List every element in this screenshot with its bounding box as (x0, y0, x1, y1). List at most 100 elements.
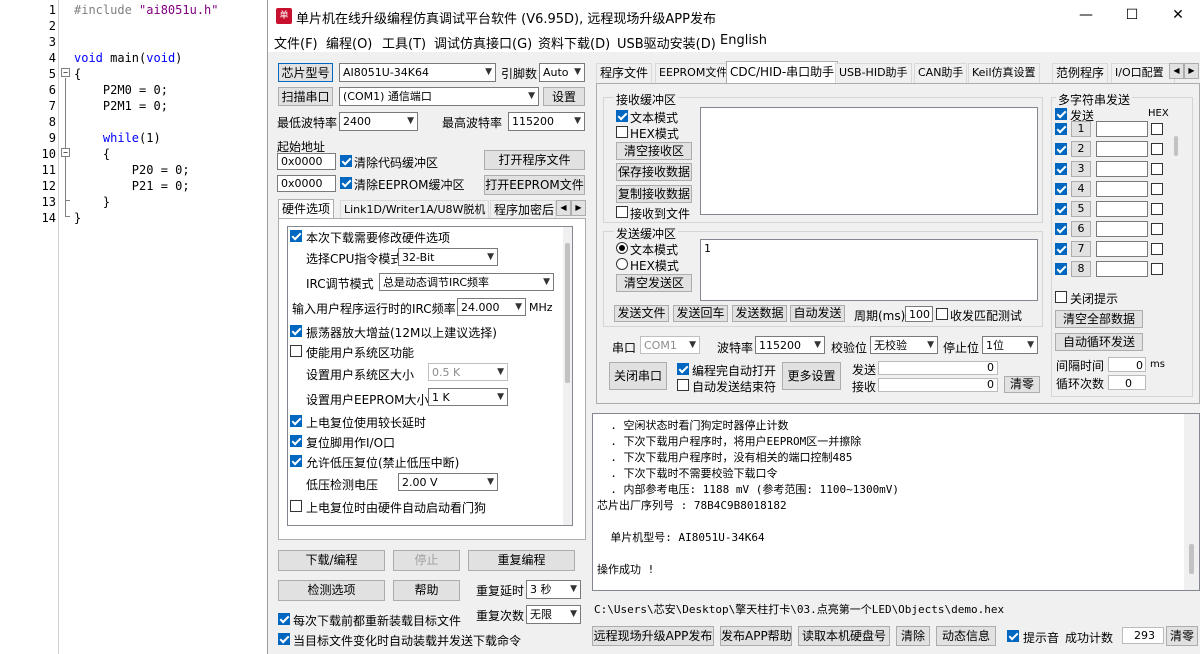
eeprom-start-address-input[interactable]: 0x0000 (277, 175, 336, 192)
port-select[interactable]: (COM1) 通信端口 ▼ (339, 87, 539, 106)
auto-reload-checkbox[interactable] (278, 633, 290, 645)
clear-count-button[interactable]: 清零 (1004, 376, 1040, 393)
tab-scroll-right-icon[interactable]: ▶ (571, 200, 586, 216)
sys-size-select[interactable]: 0.5 K ▼ (428, 363, 508, 381)
parity-select[interactable]: 无校验 ▼ (870, 336, 938, 354)
tab-link1d-offline[interactable]: Link1D/Writer1A/U8W脱机 (340, 200, 490, 219)
multi-row-input[interactable] (1096, 121, 1148, 137)
multi-row-input[interactable] (1096, 141, 1148, 157)
send-cr-button[interactable]: 发送回车 (673, 305, 728, 322)
clear-log-button[interactable]: 清除 (896, 626, 930, 646)
auto-send-end-checkbox[interactable] (677, 379, 689, 391)
clear-code-checkbox[interactable] (340, 155, 352, 167)
tab-examples[interactable]: 范例程序 (1052, 63, 1109, 83)
chip-model-button[interactable]: 芯片型号 (278, 63, 333, 82)
repeat-delay-select[interactable]: 3 秒 ▼ (526, 580, 581, 599)
multi-row-checkbox[interactable] (1055, 183, 1067, 195)
serial-baud-select[interactable]: 115200 ▼ (755, 336, 825, 354)
tab-encryption[interactable]: 程序加密后 (490, 200, 556, 219)
multi-row-hex-checkbox[interactable] (1151, 243, 1163, 255)
check-options-button[interactable]: 检测选项 (278, 580, 385, 601)
reload-each-checkbox[interactable] (278, 613, 290, 625)
clear-send-button[interactable]: 清空发送区 (616, 274, 692, 292)
multi-row-send-button[interactable]: 3 (1071, 161, 1091, 177)
send-text-mode-radio[interactable] (616, 242, 628, 254)
recv-text-mode-checkbox[interactable] (616, 110, 628, 122)
auto-loop-send-button[interactable]: 自动循环发送 (1055, 333, 1143, 351)
multi-row-hex-checkbox[interactable] (1151, 163, 1163, 175)
repeat-count-select[interactable]: 无限 ▼ (526, 605, 581, 624)
max-baud-select[interactable]: 115200 ▼ (508, 112, 585, 131)
cpu-mode-select[interactable]: 32-Bit ▼ (398, 248, 498, 266)
send-hex-mode-radio[interactable] (616, 258, 628, 270)
menu-file[interactable]: 文件(F) (274, 33, 318, 52)
irc-mode-select[interactable]: 总是动态调节IRC频率 ▼ (379, 273, 554, 291)
tab-io-config[interactable]: I/O口配置 (1111, 63, 1175, 83)
multi-row-send-button[interactable]: 2 (1071, 141, 1091, 157)
multi-send-all-checkbox[interactable] (1055, 108, 1067, 120)
pins-select[interactable]: Auto ▼ (539, 63, 585, 82)
multi-row-checkbox[interactable] (1055, 163, 1067, 175)
recv-hex-mode-checkbox[interactable] (616, 126, 628, 138)
menu-english[interactable]: English (720, 33, 767, 48)
stopbit-select[interactable]: 1位 ▼ (982, 336, 1038, 354)
close-tip-checkbox[interactable] (1055, 291, 1067, 303)
long-delay-checkbox[interactable] (290, 415, 302, 427)
chip-model-select[interactable]: AI8051U-34K64 ▼ (339, 63, 496, 82)
log-scrollbar[interactable] (1184, 414, 1199, 590)
eeprom-size-select[interactable]: 1 K ▼ (428, 388, 508, 406)
code-line[interactable]: while(1) (74, 131, 161, 145)
multi-row-send-button[interactable]: 6 (1071, 221, 1091, 237)
app-help-button[interactable]: 发布APP帮助 (720, 626, 792, 646)
multi-row-send-button[interactable]: 8 (1071, 261, 1091, 277)
tab-can[interactable]: CAN助手 (914, 63, 968, 83)
minimize-button[interactable]: — (1063, 0, 1109, 32)
menu-debug[interactable]: 调试仿真接口(G) (434, 33, 532, 52)
beep-checkbox[interactable] (1007, 630, 1019, 642)
open-program-button[interactable]: 打开程序文件 (484, 150, 585, 170)
code-line[interactable]: { (74, 147, 110, 161)
multi-row-input[interactable] (1096, 181, 1148, 197)
low-volt-reset-checkbox[interactable] (290, 455, 302, 467)
modify-hw-checkbox[interactable] (290, 230, 302, 242)
receive-textarea[interactable] (700, 107, 1038, 215)
multi-row-send-button[interactable]: 4 (1071, 181, 1091, 197)
multi-row-send-button[interactable]: 7 (1071, 241, 1091, 257)
user-sys-checkbox[interactable] (290, 345, 302, 357)
open-eeprom-button[interactable]: 打开EEPROM文件 (484, 175, 585, 195)
multi-row-send-button[interactable]: 5 (1071, 201, 1091, 217)
multi-row-hex-checkbox[interactable] (1151, 143, 1163, 155)
send-file-button[interactable]: 发送文件 (614, 305, 669, 322)
clear-eeprom-checkbox[interactable] (340, 177, 352, 189)
multi-row-input[interactable] (1096, 261, 1148, 277)
multi-row-hex-checkbox[interactable] (1151, 123, 1163, 135)
repeat-program-button[interactable]: 重复编程 (468, 550, 575, 571)
multi-row-checkbox[interactable] (1055, 223, 1067, 235)
osc-gain-checkbox[interactable] (290, 325, 302, 337)
multi-row-checkbox[interactable] (1055, 263, 1067, 275)
multi-row-send-button[interactable]: 1 (1071, 121, 1091, 137)
code-line[interactable]: void main(void) (74, 51, 182, 65)
close-button[interactable]: ✕ (1155, 0, 1200, 32)
menu-usb-driver[interactable]: USB驱动安装(D) (617, 33, 716, 52)
multi-row-input[interactable] (1096, 201, 1148, 217)
stop-button[interactable]: 停止 (393, 550, 460, 571)
download-program-button[interactable]: 下载/编程 (278, 550, 385, 571)
multi-row-input[interactable] (1096, 161, 1148, 177)
multi-row-checkbox[interactable] (1055, 243, 1067, 255)
multi-row-input[interactable] (1096, 241, 1148, 257)
tab-scroll-left-icon[interactable]: ◀ (556, 200, 571, 216)
send-data-button[interactable]: 发送数据 (732, 305, 787, 322)
dynamic-info-button[interactable]: 动态信息 (936, 626, 996, 646)
right-tab-scroll-right-icon[interactable]: ▶ (1184, 63, 1199, 79)
multi-row-input[interactable] (1096, 221, 1148, 237)
settings-button[interactable]: 设置 (543, 87, 585, 106)
tab-usb-hid[interactable]: USB-HID助手 (835, 63, 912, 83)
tab-program-file[interactable]: 程序文件 (596, 63, 653, 83)
loop-count-input[interactable]: 0 (1108, 375, 1146, 390)
code-line[interactable]: P2M0 = 0; (74, 83, 168, 97)
close-port-button[interactable]: 关闭串口 (609, 362, 667, 390)
code-line[interactable]: P20 = 0; (74, 163, 190, 177)
copy-receive-button[interactable]: 复制接收数据 (616, 185, 692, 203)
send-textarea[interactable]: 1 (700, 239, 1038, 301)
